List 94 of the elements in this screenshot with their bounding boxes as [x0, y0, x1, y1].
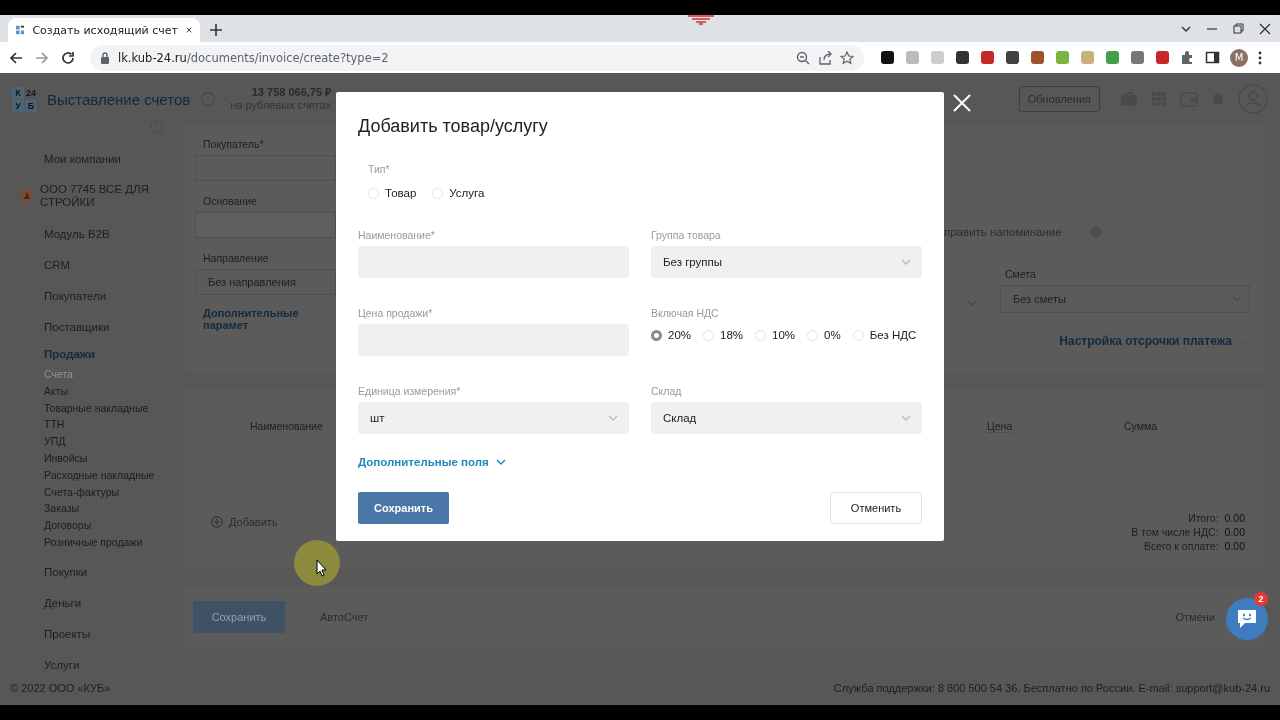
sidebar-item[interactable]: Покупатели — [0, 280, 185, 311]
submenu-item[interactable]: Договоры — [44, 517, 185, 534]
submenu-item[interactable]: Заказы — [44, 500, 185, 518]
more-fields-link[interactable]: Дополнительные поля — [358, 456, 507, 468]
select-field[interactable]: Без группы — [651, 246, 922, 278]
logo-text: 24 — [25, 86, 37, 99]
close-icon[interactable] — [185, 25, 192, 35]
sidebar-item[interactable]: Продажи — [0, 342, 185, 366]
sidebar-item[interactable]: CRM — [0, 249, 185, 280]
total-value: 0.00 — [1224, 512, 1245, 524]
radio-label: 10% — [772, 329, 796, 341]
chat-icon — [1236, 609, 1258, 629]
column-header[interactable]: Сумма — [1124, 420, 1157, 432]
total-label: В том числе НДС: — [1131, 526, 1219, 538]
column-header: Наименование — [250, 420, 323, 432]
address-field[interactable]: lk.kub-24.ru/documents/invoice/create?type=2 — [90, 44, 864, 71]
sidebar-item[interactable]: Деньги — [0, 587, 185, 619]
sidebar-item[interactable]: Поставщики — [0, 311, 185, 342]
back-icon[interactable] — [8, 49, 24, 66]
radio-label: Услуга — [449, 187, 485, 199]
radio-label: 18% — [720, 329, 744, 341]
puzzle-icon[interactable] — [1180, 50, 1195, 65]
share-icon[interactable] — [818, 50, 832, 65]
total-value: 0.00 — [1224, 540, 1245, 552]
submenu-item[interactable]: Инвойсы — [44, 450, 185, 467]
field-label: Основание — [203, 195, 258, 207]
field-label: Смета — [1005, 268, 1036, 280]
extension-icon[interactable] — [955, 50, 970, 65]
more-menu-icon[interactable] — [1258, 50, 1262, 65]
cursor-highlight-drawing — [294, 540, 340, 586]
input-field[interactable] — [195, 155, 336, 181]
link[interactable]: Настройка отсрочки платежа — [1059, 334, 1250, 348]
browser-tab[interactable]: Создать исходящий счет — [8, 18, 200, 42]
profile-avatar[interactable]: M — [1230, 48, 1248, 67]
field-label: Группа товара — [651, 229, 722, 241]
forward-icon[interactable] — [34, 49, 50, 66]
column-header[interactable]: Цена — [987, 420, 1013, 433]
submenu-item[interactable]: Счета-фактуры — [44, 483, 185, 501]
field-label: Покупатель* — [203, 138, 265, 150]
restore-icon[interactable] — [1232, 22, 1246, 35]
radio-label: Товар — [385, 187, 417, 199]
favicon-icon — [16, 23, 25, 37]
submenu-item[interactable]: Расходные накладные — [44, 466, 185, 484]
reload-icon[interactable] — [60, 49, 76, 66]
select-field[interactable]: Склад — [651, 402, 922, 434]
logo-text: Б — [25, 99, 37, 112]
submenu-item[interactable]: Акты — [44, 382, 185, 400]
select-field[interactable]: Без сметы — [1000, 285, 1250, 313]
input-field[interactable] — [195, 212, 336, 238]
total-label: Всего к оплате: — [1142, 540, 1219, 552]
zoom-out-icon[interactable] — [796, 50, 810, 65]
company-logo-icon — [20, 189, 34, 203]
sidebar-item[interactable]: Услуги — [0, 649, 185, 681]
total-value: 0.00 — [1224, 526, 1245, 538]
side-panel-icon[interactable] — [1205, 50, 1220, 65]
extension-icon[interactable] — [880, 50, 895, 65]
radio-label: Без НДС — [869, 329, 917, 341]
sidebar-item[interactable]: Мои компании — [0, 143, 185, 174]
radio-button[interactable] — [651, 329, 662, 341]
app-title: Выставление счетов — [47, 90, 191, 108]
input-field[interactable]: Без направления — [195, 269, 336, 295]
radio-label: 20% — [668, 329, 692, 341]
select-field[interactable]: шт — [358, 402, 629, 434]
sidebar-item[interactable]: Модуль B2B — [0, 218, 185, 249]
save-button[interactable]: Сохранить — [358, 492, 449, 524]
submenu-item[interactable]: Товарные накладные — [44, 399, 185, 417]
field-label: Наименование* — [358, 229, 436, 241]
total-label: Итого: — [1187, 512, 1219, 524]
submenu-item[interactable]: Счета — [44, 366, 185, 383]
new-tab-icon[interactable] — [210, 24, 222, 36]
recording-indicator-icon — [688, 15, 714, 25]
radio-label: 0% — [824, 329, 841, 341]
plus-circle-icon — [211, 516, 223, 528]
star-icon[interactable] — [840, 50, 854, 65]
field-label: Направление — [203, 252, 270, 264]
extension-icon[interactable] — [1005, 50, 1020, 65]
logo-text: У — [12, 99, 24, 112]
field-label: Цена продажи* — [358, 307, 434, 319]
sidebar-item[interactable]: Покупки — [0, 556, 185, 588]
link[interactable]: Дополнительные парамет — [203, 307, 330, 331]
logo-text: К — [12, 86, 24, 99]
submenu-item[interactable]: Розничные продажи — [44, 533, 185, 551]
field-label: Тип* — [368, 163, 391, 175]
sidebar-item[interactable]: Проекты — [0, 618, 185, 650]
submenu-item[interactable]: УПД — [44, 433, 185, 450]
submenu-item[interactable]: ТТН — [44, 416, 185, 434]
save-button[interactable]: Сохранить — [193, 601, 285, 633]
cancel-button[interactable]: Отменить — [830, 492, 922, 524]
dialog-title: Добавить товар/услугу — [358, 116, 549, 137]
lock-icon — [100, 51, 110, 64]
close-icon[interactable] — [1259, 22, 1271, 35]
field-label: Склад — [651, 385, 683, 397]
field-label: Включая НДС — [651, 307, 720, 319]
field-label: Единица измерения* — [358, 385, 462, 397]
